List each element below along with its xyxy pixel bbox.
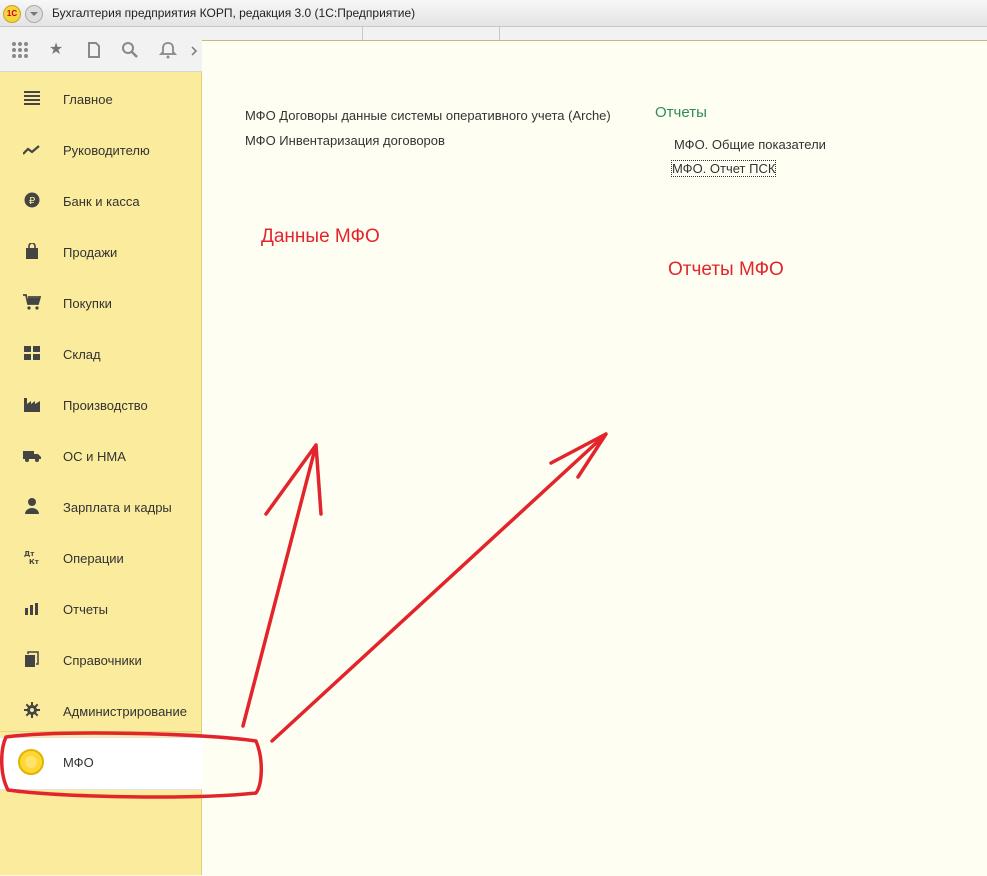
nav-link-contracts[interactable]: МФО Договоры данные системы оперативного… [245,108,611,123]
apps-grid-icon[interactable] [10,41,30,59]
sidebar-item-label: Банк и касса [63,194,140,209]
search-icon[interactable] [120,41,140,59]
sidebar-item-salary[interactable]: Зарплата и кадры [0,482,201,533]
sidebar-item-production[interactable]: Производство [0,380,201,431]
sidebar-item-sales[interactable]: Продажи [0,227,201,278]
annotation-data-label: Данные МФО [261,226,380,247]
truck-icon [22,447,42,467]
cart-icon [22,294,42,314]
report-link-general[interactable]: МФО. Общие показатели [674,137,826,152]
sidebar-item-label: Продажи [63,245,118,260]
history-icon[interactable] [84,41,104,59]
sidebar-item-label: ОС и НМА [63,449,126,464]
sidebar-item-label: Зарплата и кадры [63,500,172,515]
star-icon[interactable]: ★ [46,41,66,59]
trend-icon [22,141,42,161]
main-menu-dropdown-icon[interactable] [25,5,43,23]
tab-separator [499,27,500,40]
toolbar-overflow-icon[interactable] [190,41,198,59]
person-icon [22,498,42,518]
app-logo-icon[interactable]: 1С [3,5,21,23]
sidebar-item-administration[interactable]: Администрирование [0,686,201,737]
nav-link-inventory[interactable]: МФО Инвентаризация договоров [245,133,445,148]
sidebar-item-reports[interactable]: Отчеты [0,584,201,635]
svg-text:Кт: Кт [29,558,40,565]
sidebar-item-references[interactable]: Справочники [0,635,201,686]
sidebar-item-label: Покупки [63,296,112,311]
sidebar-item-label: Склад [63,347,101,362]
sidebar-item-label: Администрирование [63,704,187,719]
section-content [202,40,987,876]
tab-separator [362,27,363,40]
svg-text:Дт: Дт [24,550,35,558]
sidebar-item-assets[interactable]: ОС и НМА [0,431,201,482]
sidebar-item-mfo[interactable]: МФО [0,737,202,790]
sidebar-divider [0,731,201,732]
factory-icon [22,396,42,416]
menu-lines-icon [22,90,42,110]
bell-icon[interactable] [158,41,178,59]
sidebar-item-label: МФО [63,755,94,770]
sidebar-item-warehouse[interactable]: Склад [0,329,201,380]
sidebar-item-bank[interactable]: ₽ Банк и касса [0,176,201,227]
sidebar-item-operations[interactable]: Дт Кт Операции [0,533,201,584]
sidebar-item-label: Операции [63,551,124,566]
sidebar-item-main[interactable]: Главное [0,74,201,125]
bar-chart-icon [22,600,42,620]
report-link-psk[interactable]: МФО. Отчет ПСК [670,160,777,177]
reports-section-title: Отчеты [655,104,707,121]
sidebar-item-label: Справочники [63,653,142,668]
coin-icon [18,749,44,775]
window-titlebar: 1С Бухгалтерия предприятия КОРП, редакци… [0,0,987,27]
gear-icon [22,702,42,722]
sidebar-item-label: Отчеты [63,602,108,617]
window-title: Бухгалтерия предприятия КОРП, редакция 3… [52,6,416,20]
dt-kt-icon: Дт Кт [22,549,42,569]
svg-text:₽: ₽ [29,196,36,207]
books-icon [22,651,42,671]
ruble-coin-icon: ₽ [22,192,42,212]
sidebar-item-manager[interactable]: Руководителю [0,125,201,176]
warehouse-grid-icon [22,345,42,365]
annotation-reports-label: Отчеты МФО [668,259,784,280]
shopping-bag-icon [22,242,42,263]
sidebar-item-purchases[interactable]: Покупки [0,278,201,329]
sidebar-item-label: Производство [63,398,148,413]
sidebar-item-label: Главное [63,92,113,107]
sidebar-item-label: Руководителю [63,143,150,158]
